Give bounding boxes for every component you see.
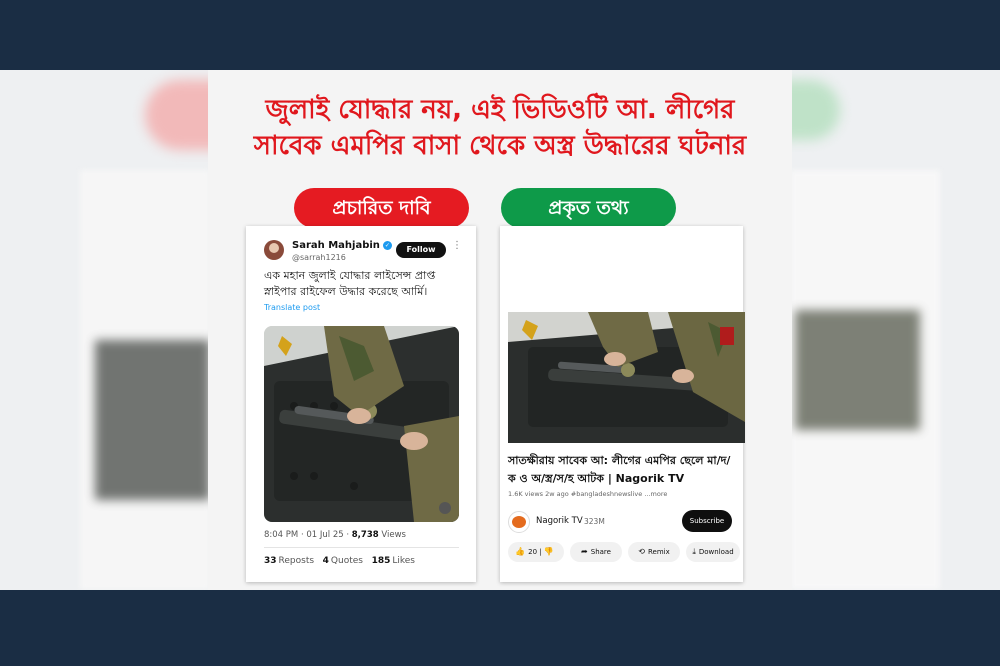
youtube-video-meta: 1.6K views 2w ago #bangladeshnewslive ..… bbox=[508, 490, 668, 498]
remix-icon: ⟲ bbox=[638, 547, 645, 556]
share-icon: ➦ bbox=[581, 547, 588, 556]
like-count: 20 bbox=[528, 548, 538, 556]
remix-label: Remix bbox=[647, 548, 670, 556]
tweet-handle[interactable]: @sarrah1216 bbox=[292, 253, 346, 262]
tweet-card: Sarah Mahjabin ✓ @sarrah1216 Follow ⋮ এক … bbox=[246, 226, 476, 582]
youtube-video-title[interactable]: সাতক্ষীরায় সাবেক আ: লীগের এমপির ছেলে মা… bbox=[508, 452, 738, 488]
headline-line-1: জুলাই যোদ্ধার নয়, এই ভিডিওটি আ. লীগের bbox=[265, 95, 735, 125]
like-dislike-button[interactable]: 👍 20 | 👎 bbox=[508, 542, 564, 562]
remix-button[interactable]: ⟲ Remix bbox=[628, 542, 680, 562]
quotes-stat[interactable]: 4 Quotes bbox=[323, 556, 363, 566]
translate-post-link[interactable]: Translate post bbox=[264, 303, 320, 312]
bottom-band bbox=[0, 590, 1000, 666]
claim-label: প্রচারিত দাবি bbox=[294, 188, 469, 228]
subscriber-count: 323M bbox=[584, 517, 605, 526]
subscribe-button[interactable]: Subscribe bbox=[682, 510, 732, 532]
reposts-stat[interactable]: 33 Reposts bbox=[264, 556, 314, 566]
thumbs-up-icon: 👍 bbox=[515, 547, 526, 556]
tweet-stats: 33 Reposts 4 Quotes 185 Likes bbox=[264, 556, 415, 566]
tweet-author[interactable]: Sarah Mahjabin ✓ bbox=[292, 240, 392, 251]
headline-line-2: সাবেক এমপির বাসা থেকে অস্ত্র উদ্ধারের ঘট… bbox=[253, 131, 747, 161]
fact-check-panel: জুলাই যোদ্ধার নয়, এই ভিডিওটি আ. লীগের স… bbox=[208, 70, 792, 590]
channel-name[interactable]: Nagorik TV bbox=[536, 516, 583, 526]
download-icon: ⤓ bbox=[692, 547, 696, 556]
share-button[interactable]: ➦ Share bbox=[570, 542, 622, 562]
avatar[interactable] bbox=[264, 240, 284, 260]
youtube-card: সাতক্ষীরায় সাবেক আ: লীগের এমপির ছেলে মা… bbox=[500, 226, 745, 582]
divider bbox=[264, 547, 459, 548]
tweet-video[interactable] bbox=[264, 326, 459, 522]
likes-stat[interactable]: 185 Likes bbox=[372, 556, 415, 566]
fact-label: প্রকৃত তথ্য bbox=[501, 188, 676, 228]
download-button[interactable]: ⤓ Download bbox=[686, 542, 740, 562]
download-label: Download bbox=[698, 548, 734, 556]
bg-blur-image-right bbox=[795, 310, 920, 430]
tweet-meta: 8:04 PM · 01 Jul 25 · 8,738 Views bbox=[264, 530, 406, 540]
top-band bbox=[0, 0, 1000, 70]
share-label: Share bbox=[590, 548, 611, 556]
headline: জুলাই যোদ্ধার নয়, এই ভিডিওটি আ. লীগের স… bbox=[208, 92, 792, 164]
thumbs-down-icon: 👎 bbox=[543, 547, 554, 556]
tweet-text: এক মহান জুলাই যোদ্ধার লাইসেন্স প্রাপ্ত স… bbox=[264, 269, 436, 298]
channel-avatar[interactable] bbox=[508, 511, 530, 533]
tweet-views-count: 8,738 bbox=[351, 530, 379, 540]
rifle-case-image bbox=[508, 312, 745, 443]
more-icon[interactable]: ⋮ bbox=[452, 240, 462, 251]
tweet-views-label: Views bbox=[381, 530, 406, 540]
rifle-case-image bbox=[264, 326, 459, 522]
verified-badge-icon: ✓ bbox=[382, 241, 392, 250]
youtube-video-thumbnail[interactable] bbox=[508, 312, 745, 443]
bg-blur-image-left bbox=[95, 340, 210, 500]
follow-button[interactable]: Follow bbox=[396, 242, 446, 258]
tweet-author-name[interactable]: Sarah Mahjabin bbox=[292, 240, 380, 251]
tweet-time: 8:04 PM · 01 Jul 25 · bbox=[264, 530, 352, 540]
